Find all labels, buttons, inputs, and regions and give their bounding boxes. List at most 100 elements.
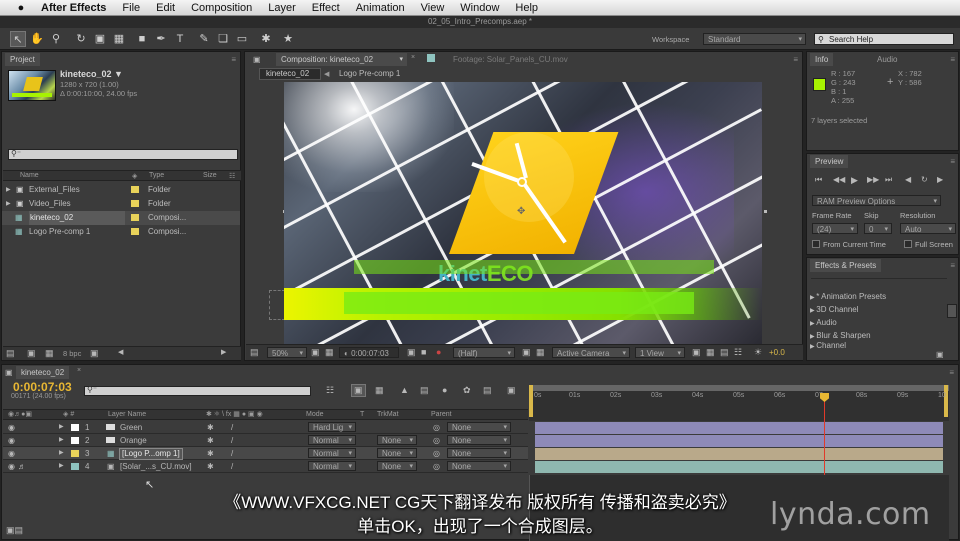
blend-mode-dropdown[interactable]: Normal ▾ [308,461,356,471]
resolution-dropdown[interactable]: (Half) ▾ [453,347,515,358]
menu-help[interactable]: Help [515,2,538,14]
parent-dropdown[interactable]: None ▾ [447,422,511,432]
parent-dropdown[interactable]: None ▾ [447,435,511,445]
layer-duration-bar[interactable] [535,422,943,434]
audio-switch-icon[interactable]: ♬ [18,460,26,473]
from-current-time-checkbox[interactable] [812,240,820,248]
pickwhip-icon[interactable]: ◎ [433,447,440,460]
menu-layer[interactable]: Layer [268,2,296,14]
parent-dropdown[interactable]: None ▾ [447,448,511,458]
puppet-pin-tool-icon[interactable]: ★ [280,31,296,47]
panel-menu-icon[interactable]: ≡ [943,157,955,166]
blend-mode-dropdown[interactable]: Hard Lig ▾ [308,422,356,432]
comp-flowchart-icon[interactable]: ☷ [734,347,742,358]
disclosure-triangle-icon[interactable]: ▶ [6,197,11,211]
flowchart-subtab[interactable]: Logo Pre-comp 1 [339,69,400,78]
panel-menu-icon[interactable]: ≡ [943,261,955,270]
label-column-icon[interactable]: ◈ [132,172,137,180]
rectangle-tool-icon[interactable]: ■ [134,31,150,47]
timeline-search-input[interactable]: ⚲⁻ [84,385,311,396]
quality-switch-icon[interactable]: / [231,434,233,447]
switches-icons[interactable]: ✱ ⚛ \ fx ▦ ● ▣ ◉ [206,410,263,418]
tab-info[interactable]: Info [810,53,834,66]
full-screen-checkbox[interactable] [904,240,912,248]
hide-shy-layers-icon[interactable]: ▲ [400,385,409,395]
tab-composition[interactable]: Composition: kineteco_02 ▾ [276,53,407,66]
panel-menu-icon[interactable]: ≡ [786,55,798,64]
timeline-icon[interactable]: ▤ [720,347,729,358]
menu-file[interactable]: File [122,2,140,14]
live-update-icon[interactable]: ▣ [351,384,366,397]
audio-icon[interactable]: ◀ [905,175,911,184]
layer-row[interactable]: ◉ ▶ 1 Green ✱ / Hard Lig ▾ ◎ None ▾ [3,421,528,434]
selection-tool-icon[interactable]: ↖ [10,31,26,47]
quality-switch-icon[interactable]: / [231,460,233,473]
label-column-icon[interactable]: ◈ # [63,410,74,418]
pen-tool-icon[interactable]: ✒ [153,31,169,47]
panel-menu-icon[interactable]: ≡ [943,55,955,64]
label-color-swatch[interactable] [131,228,139,235]
zoom-tool-icon[interactable]: ⚲ [48,31,64,47]
loop-icon[interactable]: ↻ [921,175,928,184]
parent-dropdown[interactable]: None ▾ [447,461,511,471]
column-mode[interactable]: Mode [306,411,324,418]
tab-project[interactable]: Project [5,53,40,66]
project-item-name[interactable]: kineteco_02 ▼ [60,69,123,79]
current-time-display[interactable]: ◐ 0:00:07:03 [339,347,399,358]
disclosure-triangle-icon[interactable]: ▶ [59,421,64,434]
graph-editor-icon[interactable]: ▤ [483,385,492,396]
project-item-row[interactable]: ▦ kineteco_02 Composi... [2,211,240,225]
layer-name[interactable]: [Logo P...omp 1] [119,448,183,460]
blend-mode-dropdown[interactable]: Normal ▾ [308,448,356,458]
bit-depth-button[interactable]: 8 bpc [63,349,81,358]
hand-tool-icon[interactable]: ✋ [29,31,45,47]
frame-blending-icon[interactable]: ▤ [420,385,429,396]
auto-keyframe-icon[interactable]: ▣ [507,385,516,396]
comp-mini-flowchart-icon[interactable]: ☷ [326,385,334,396]
channel-icon[interactable]: ● [436,347,441,357]
trkmat-dropdown[interactable]: None ▾ [377,448,417,458]
layer-row[interactable]: ◉ ▶ 3 ▦ [Logo P...omp 1] ✱ / Normal ▾ Non… [3,447,528,460]
apple-icon[interactable]: ● [13,2,29,14]
layer-handle[interactable] [764,210,767,213]
effects-category[interactable]: ▶ Channel [810,342,846,350]
trkmat-dropdown[interactable]: None ▾ [377,435,417,445]
project-search-input[interactable]: ⚲⁻ [8,149,238,160]
always-preview-icon[interactable]: ▤ [250,347,259,358]
tab-audio[interactable]: Audio [877,53,897,66]
column-type[interactable]: Type [149,172,164,179]
layer-label-swatch[interactable] [71,424,79,431]
menu-effect[interactable]: Effect [312,2,340,14]
layer-duration-bar[interactable] [535,461,943,473]
shy-switch-icon[interactable]: ✱ [207,434,214,447]
ram-preview-icon[interactable]: ▶ [937,175,943,184]
eye-icon[interactable]: ◉ [8,421,15,434]
disclosure-triangle-icon[interactable]: ▶ [59,434,64,447]
exposure-icon[interactable]: ☀ [754,347,762,358]
panel-menu-icon[interactable]: ≡ [942,368,954,377]
disclosure-triangle-icon[interactable]: ▶ [59,447,64,460]
magnification-dropdown[interactable]: 50% ▾ [267,347,307,358]
anchor-point-icon[interactable]: ✥ [517,206,525,217]
app-name[interactable]: After Effects [41,2,106,14]
brush-tool-icon[interactable]: ✎ [196,31,212,47]
layer-row[interactable]: ◉ ♬ ▶ 4 ▣ [Solar_...s_CU.mov] ✱ / Normal… [3,460,528,473]
search-help-input[interactable]: ⚲ Search Help [814,33,954,45]
snapshot-icon[interactable]: ▣ [407,347,416,358]
new-composition-icon[interactable]: ▦ [45,348,54,359]
disclosure-triangle-icon[interactable]: ▶ [6,183,11,197]
pickwhip-icon[interactable]: ◎ [433,421,440,434]
transparency-grid-icon[interactable]: ▦ [536,347,545,358]
shy-switch-icon[interactable]: ✱ [207,460,214,473]
layer-label-swatch[interactable] [71,463,79,470]
first-frame-icon[interactable]: ⏮ [815,175,822,185]
panel-menu-icon[interactable]: ≡ [224,55,236,64]
effects-category[interactable]: ▶ * Animation Presets [810,290,886,304]
scroll-right-icon[interactable]: ▶ [221,348,226,356]
brainstorm-icon[interactable]: ✿ [463,385,471,396]
shy-switch-icon[interactable]: ✱ [207,447,214,460]
menu-view[interactable]: View [421,2,445,14]
show-snapshot-icon[interactable]: ■ [421,347,426,357]
label-color-swatch[interactable] [131,200,139,207]
menu-animation[interactable]: Animation [356,2,405,14]
